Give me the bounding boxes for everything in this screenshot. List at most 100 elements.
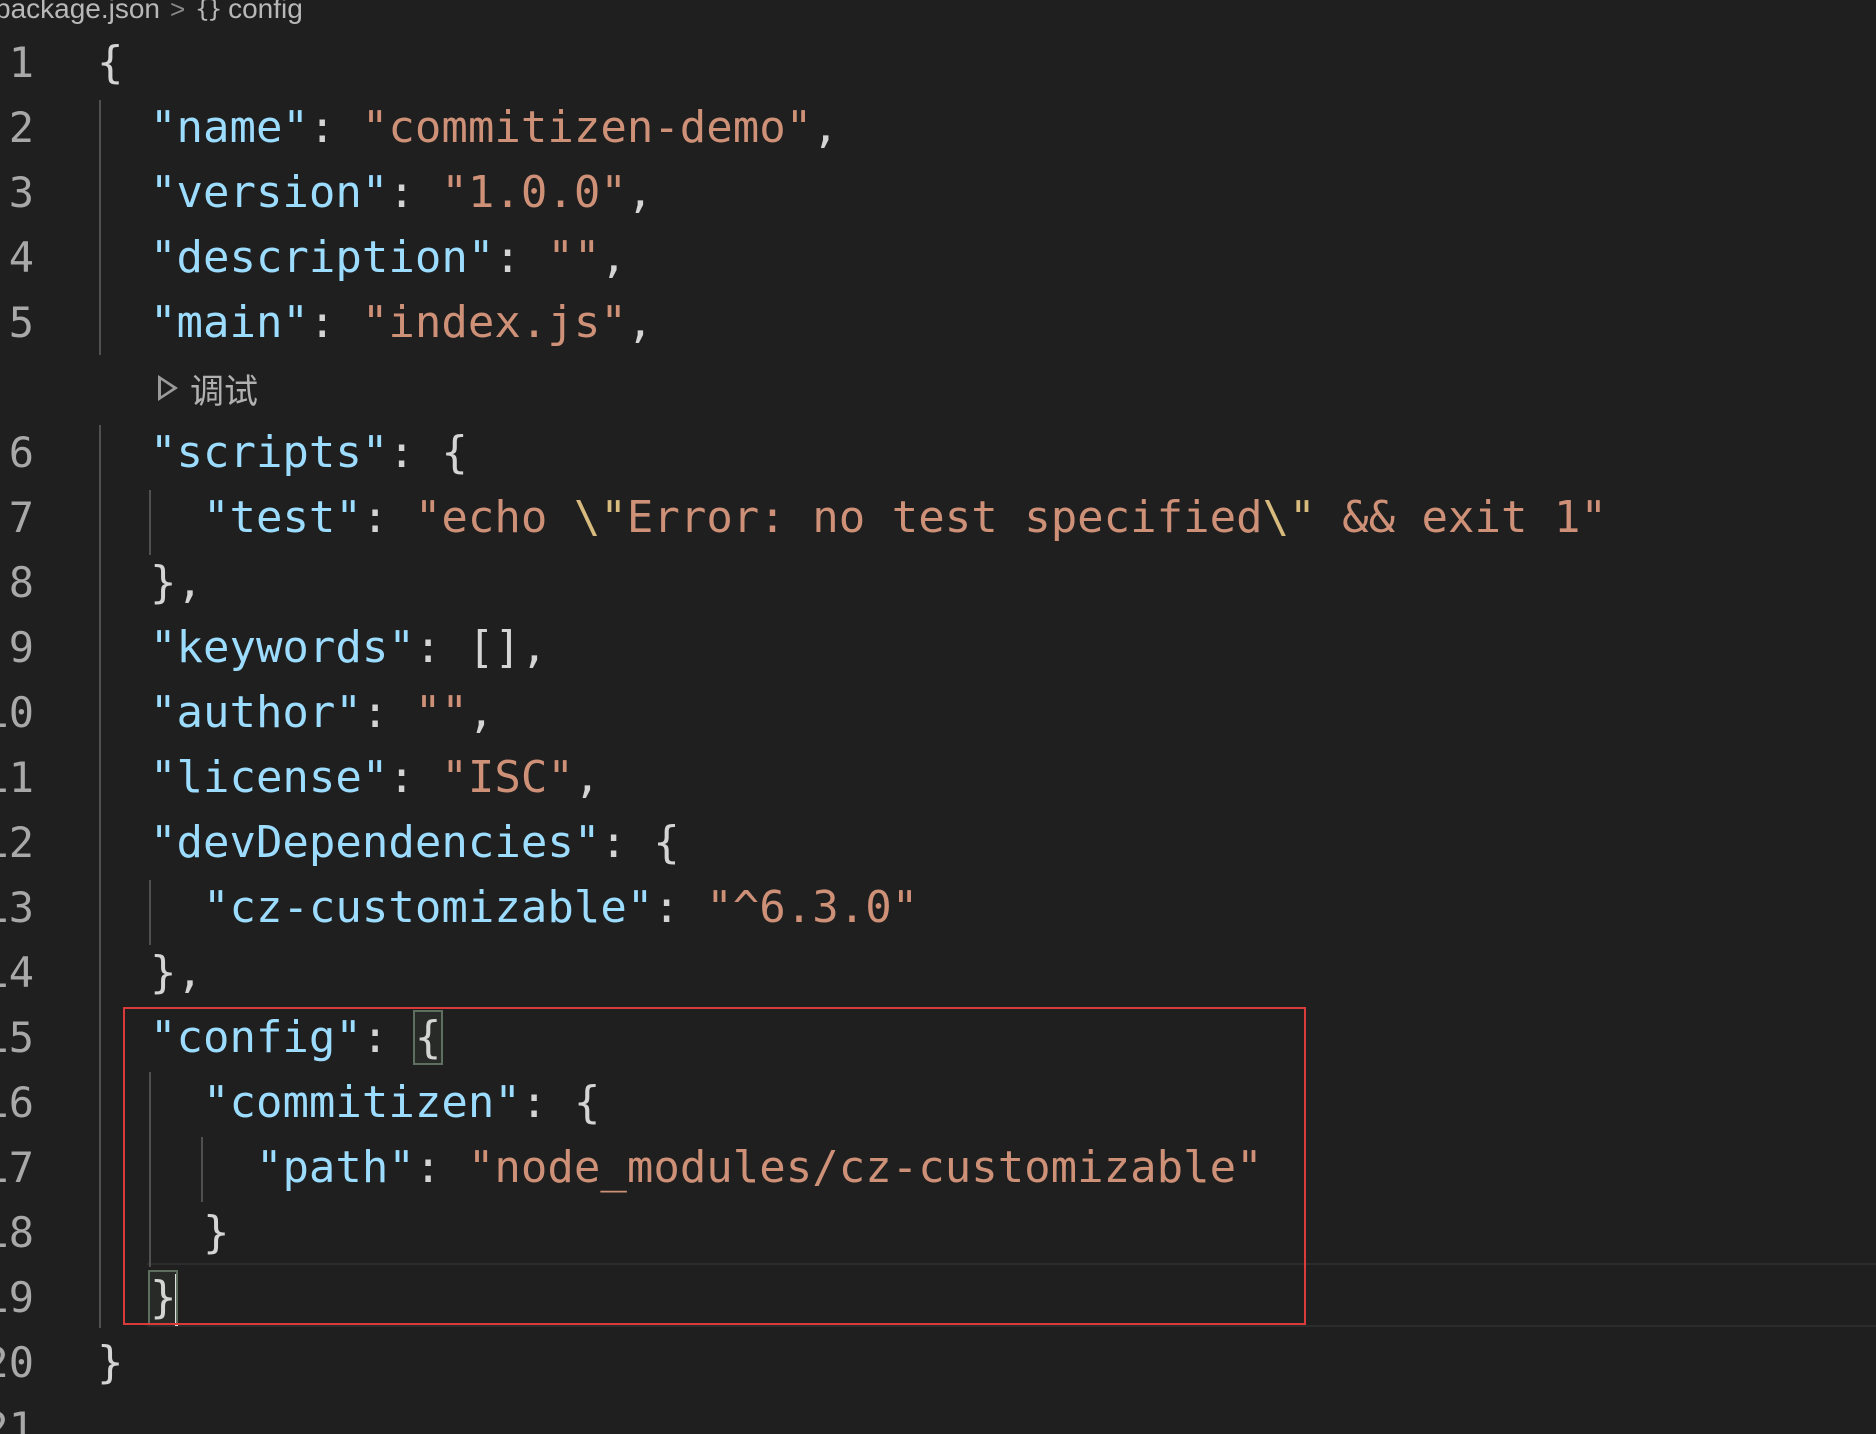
code-token: : [653,882,707,933]
code-token: : [308,102,362,153]
code-line[interactable]: 9 "keywords": [], [0,615,1876,680]
code-text: }, [97,940,203,1005]
code-text: "path": "node_modules/cz-customizable" [97,1135,1263,1200]
code-token: { [97,37,124,88]
json-key: "author" [149,687,362,738]
json-key: "name" [149,102,309,153]
code-line[interactable]: 10 "author": "", [0,680,1876,745]
code-line[interactable]: 2 "name": "commitizen-demo", [0,95,1876,160]
code-line[interactable]: 14 }, [0,940,1876,1005]
code-token: : [414,1142,468,1193]
code-line[interactable]: 16 "commitizen": { [0,1070,1876,1135]
code-text: "version": "1.0.0", [97,160,653,225]
code-token: : { [388,427,468,478]
json-key: "cz-customizable" [202,882,654,933]
code-line[interactable]: 12 "devDependencies": { [0,810,1876,875]
code-editor[interactable]: 调试 1{2 "name": "commitizen-demo", 3 "vers… [0,30,1876,1434]
line-number: 8 [8,558,34,607]
code-token: : { [600,817,680,868]
json-escape: \" [1262,492,1316,543]
code-text: "description": "", [97,225,627,290]
code-line[interactable]: 17 "path": "node_modules/cz-customizable… [0,1135,1876,1200]
code-line[interactable]: 13 "cz-customizable": "^6.3.0" [0,875,1876,940]
json-key: "path" [255,1142,415,1193]
code-token: , [812,102,839,153]
breadcrumb: package.json > {} config [0,0,303,26]
code-token: : [308,297,362,348]
json-key: "devDependencies" [149,817,601,868]
json-string: "node_modules/cz-customizable" [467,1142,1263,1193]
json-string: "1.0.0" [441,167,627,218]
json-key: "test" [202,492,362,543]
line-number: 19 [0,1273,34,1322]
line-number: 15 [0,1013,34,1062]
code-text: "cz-customizable": "^6.3.0" [97,875,918,940]
json-string: "index.js" [361,297,627,348]
code-line[interactable]: 7 "test": "echo \"Error: no test specifi… [0,485,1876,550]
code-token: : [], [414,622,548,673]
json-string: Error: no test specified [626,492,1263,543]
code-token: : [361,1012,415,1063]
code-line[interactable]: 6 "scripts": { [0,420,1876,485]
line-number: 11 [0,753,34,802]
code-line[interactable]: 8 }, [0,550,1876,615]
line-number: 16 [0,1078,34,1127]
code-line[interactable]: 1{ [0,30,1876,95]
json-key: "scripts" [149,427,389,478]
code-text: "license": "ISC", [97,745,600,810]
line-number: 6 [8,428,34,477]
code-line[interactable]: 15 "config": { [0,1005,1876,1070]
code-token: : [388,167,442,218]
code-token: , [626,297,654,348]
code-token: : [361,492,415,543]
code-line[interactable]: 20} [0,1330,1876,1395]
debug-codelens[interactable]: 调试 [158,360,258,416]
line-number: 7 [8,493,34,542]
breadcrumb-file[interactable]: package.json [0,0,160,25]
json-key: "version" [149,167,389,218]
json-string: "echo [414,492,574,543]
breadcrumb-symbol[interactable]: config [228,0,303,25]
code-line[interactable]: 19 } [0,1265,1876,1330]
code-token: } [148,1270,179,1325]
code-token: } [202,1207,230,1258]
json-string: "" [414,687,468,738]
code-text: "devDependencies": { [97,810,680,875]
code-line[interactable]: 3 "version": "1.0.0", [0,160,1876,225]
line-number: 17 [0,1143,34,1192]
code-text: "keywords": [], [97,615,547,680]
code-token: : { [520,1077,601,1128]
code-text: } [97,1200,230,1265]
line-number: 9 [8,623,34,672]
code-token: }, [149,947,203,998]
code-token: , [600,232,627,283]
code-line[interactable]: 4 "description": "", [0,225,1876,290]
json-key: "license" [149,752,389,803]
code-token: }, [149,557,203,608]
line-number: 1 [8,38,34,87]
code-line[interactable]: 18 } [0,1200,1876,1265]
code-text: "author": "", [97,680,494,745]
code-line[interactable]: 5 "main": "index.js", [0,290,1876,355]
code-line[interactable]: 11 "license": "ISC", [0,745,1876,810]
json-key: "main" [149,297,309,348]
code-text: "name": "commitizen-demo", [97,95,839,160]
json-key: "config" [149,1012,362,1063]
play-icon [158,375,178,401]
code-line[interactable]: 21 [0,1395,1876,1434]
code-token: : [494,232,548,283]
code-token: , [467,687,495,738]
json-string: "" [547,232,601,283]
line-number: 5 [8,298,34,347]
